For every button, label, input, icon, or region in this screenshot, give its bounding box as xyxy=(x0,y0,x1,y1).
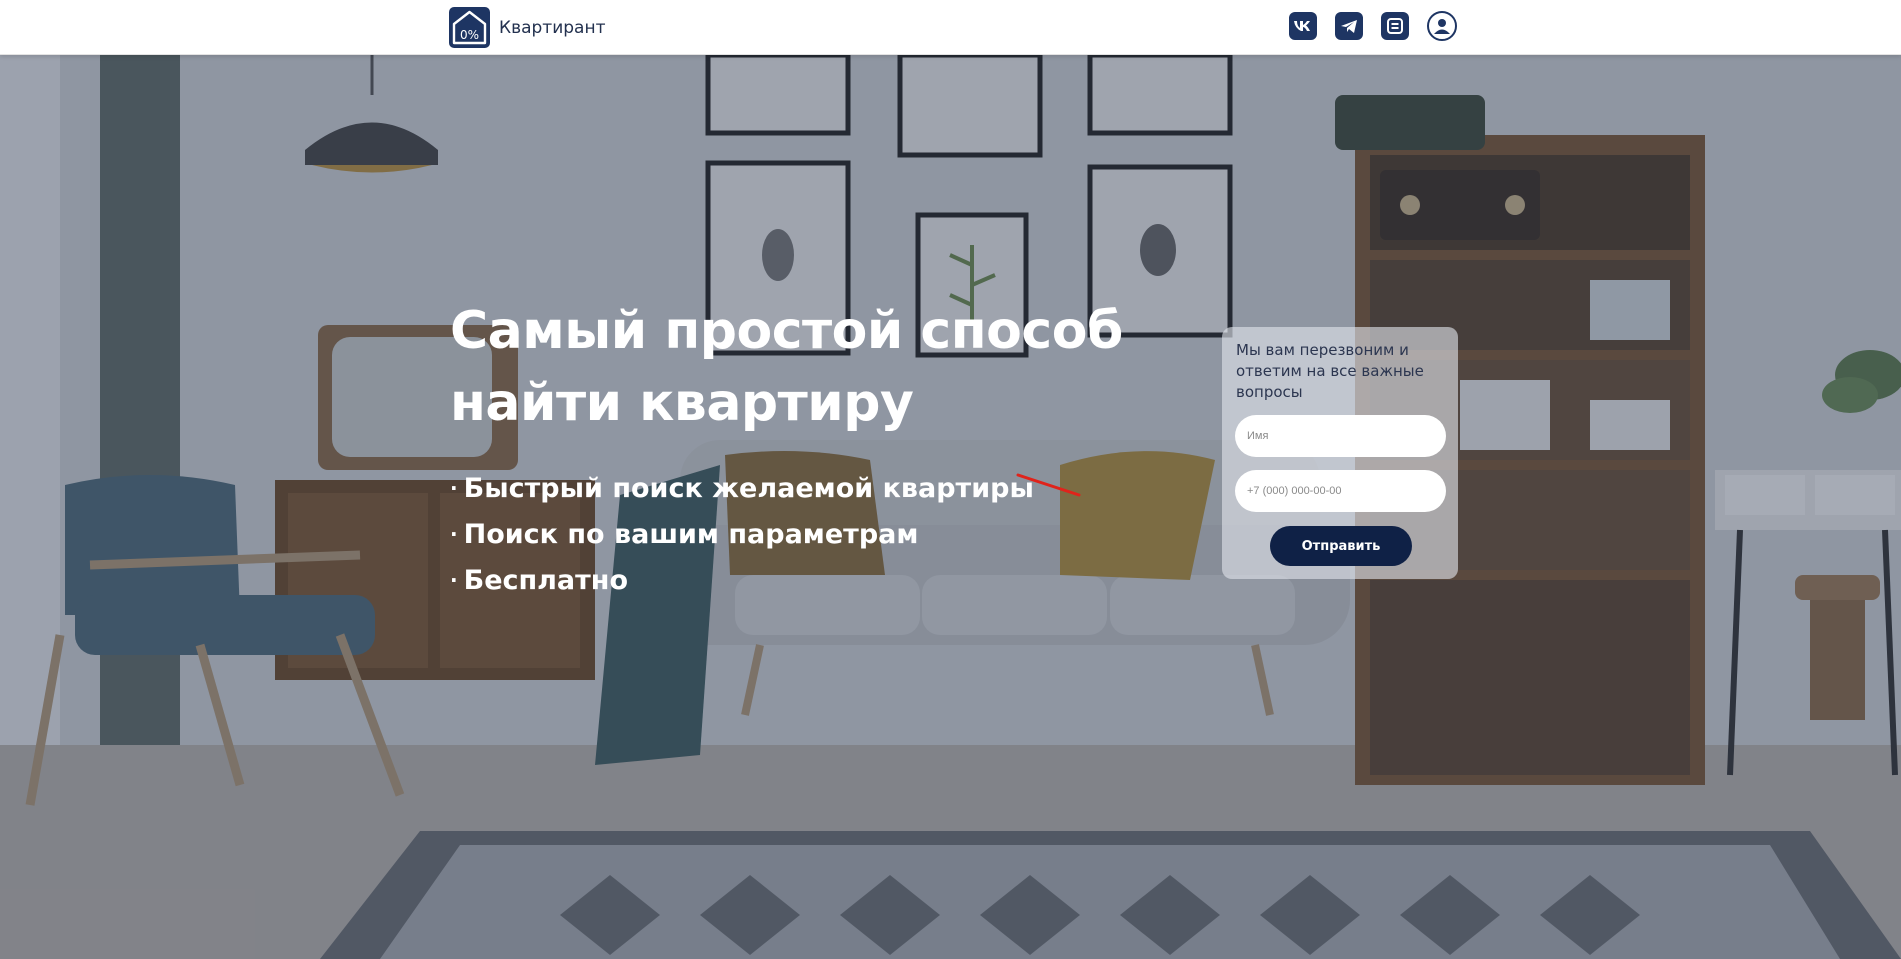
feature-item: · Поиск по вашим параметрам xyxy=(450,511,1034,557)
site-header: 0% Квартирант xyxy=(0,0,1901,55)
profile-icon[interactable] xyxy=(1427,11,1457,41)
brand-name: Квартирант xyxy=(499,17,606,38)
bullet: · xyxy=(450,522,458,546)
feature-text: Быстрый поиск желаемой квартиры xyxy=(463,473,1034,504)
header-icons xyxy=(1289,11,1457,41)
hero-title: Самый простой способ найти квартиру xyxy=(450,301,1123,433)
callback-form: Мы вам перезвоним и ответим на все важны… xyxy=(1222,327,1458,579)
form-caption: Мы вам перезвоним и ответим на все важны… xyxy=(1236,341,1424,401)
feature-text: Поиск по вашим параметрам xyxy=(463,519,919,550)
feature-text: Бесплатно xyxy=(463,565,629,596)
feature-list: · Быстрый поиск желаемой квартиры · Поиск … xyxy=(450,465,1034,603)
telegram-icon[interactable] xyxy=(1335,12,1363,40)
feature-item: · Быстрый поиск желаемой квартиры xyxy=(450,465,1034,511)
hero-section: Самый простой способ найти квартиру · Быс… xyxy=(0,55,1901,959)
logo-link[interactable]: 0% Квартирант xyxy=(449,7,605,48)
bullet: · xyxy=(450,476,458,500)
submit-button[interactable]: Отправить xyxy=(1270,526,1412,566)
logo-icon: 0% xyxy=(449,7,490,48)
menu-list-icon[interactable] xyxy=(1381,12,1409,40)
feature-item: · Бесплатно xyxy=(450,557,1034,603)
logo-badge-text: 0% xyxy=(460,28,479,42)
phone-input[interactable] xyxy=(1235,470,1446,512)
bullet: · xyxy=(450,568,458,592)
vk-icon[interactable] xyxy=(1289,12,1317,40)
name-input[interactable] xyxy=(1235,415,1446,457)
